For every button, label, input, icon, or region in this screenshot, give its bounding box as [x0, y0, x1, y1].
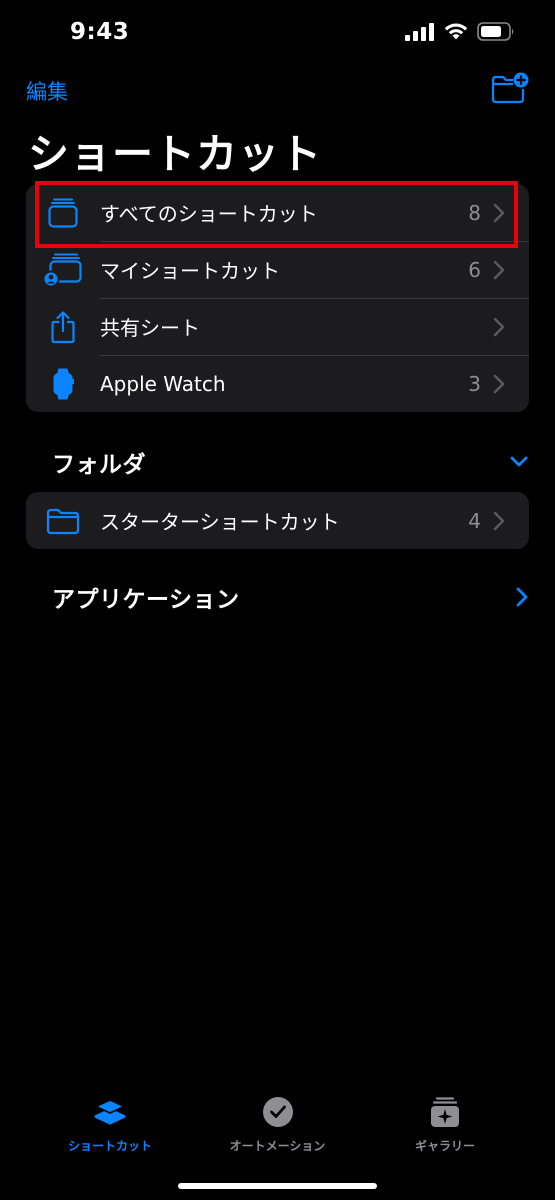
automation-clock-icon	[262, 1097, 293, 1127]
status-bar: 9:43	[0, 0, 555, 66]
tab-gallery[interactable]: ギャラリー	[375, 1095, 515, 1165]
edit-button[interactable]: 編集	[26, 76, 68, 106]
row-label: マイショートカット	[100, 259, 280, 283]
folders-section-header[interactable]: フォルダ	[52, 442, 529, 482]
row-my-shortcuts[interactable]: マイショートカット 6	[26, 241, 529, 298]
chevron-right-icon	[493, 203, 505, 222]
cellular-signal-icon	[405, 22, 434, 41]
chevron-right-icon	[493, 260, 505, 279]
tab-label: ギャラリー	[414, 1139, 475, 1153]
library-list: すべてのショートカット 8 マイショートカット 6 共有シート Apple Wa…	[26, 184, 529, 412]
home-indicator	[178, 1183, 377, 1189]
share-icon	[26, 298, 100, 355]
open-apps-button[interactable]	[515, 586, 529, 608]
row-label: 共有シート	[100, 316, 200, 340]
row-apple-watch[interactable]: Apple Watch 3	[26, 355, 529, 412]
wifi-icon	[444, 23, 468, 40]
all-shortcuts-icon	[26, 184, 100, 241]
row-label: Apple Watch	[100, 371, 226, 396]
my-shortcuts-icon	[26, 241, 100, 298]
row-count: 3	[468, 371, 481, 396]
row-label: すべてのショートカット	[100, 202, 318, 226]
page-title: ショートカット	[28, 130, 322, 178]
battery-icon	[477, 22, 514, 41]
section-title: アプリケーション	[52, 587, 240, 613]
watch-icon	[26, 355, 100, 412]
chevron-right-icon	[493, 317, 505, 336]
collapse-folders-button[interactable]	[509, 455, 529, 469]
status-icons	[405, 22, 515, 41]
shortcuts-layers-icon	[94, 1099, 126, 1125]
chevron-down-icon	[510, 456, 528, 467]
tab-label: オートメーション	[229, 1139, 326, 1153]
chevron-right-icon	[493, 374, 505, 393]
status-time: 9:43	[70, 19, 130, 45]
folder-icon	[26, 492, 100, 549]
row-label: スターターショートカット	[100, 510, 340, 534]
tab-shortcuts[interactable]: ショートカット	[40, 1095, 180, 1165]
tab-label: ショートカット	[67, 1139, 152, 1153]
row-count: 4	[468, 508, 481, 533]
row-count: 8	[468, 200, 481, 225]
chevron-right-icon	[516, 587, 528, 607]
tab-bar: ショートカット オートメーション ギャラリー	[0, 1095, 555, 1165]
new-folder-button[interactable]	[491, 72, 529, 104]
section-title: フォルダ	[52, 452, 146, 478]
row-count: 6	[468, 257, 481, 282]
row-all-shortcuts[interactable]: すべてのショートカット 8	[26, 184, 529, 241]
tab-automation[interactable]: オートメーション	[208, 1095, 348, 1165]
add-folder-icon	[491, 72, 529, 104]
row-starter-shortcuts[interactable]: スターターショートカット 4	[26, 492, 529, 549]
gallery-sparkle-icon	[431, 1097, 459, 1127]
apps-section-header[interactable]: アプリケーション	[52, 577, 529, 617]
row-share-sheet[interactable]: 共有シート	[26, 298, 529, 355]
folders-list: スターターショートカット 4	[26, 492, 529, 549]
chevron-right-icon	[493, 511, 505, 530]
